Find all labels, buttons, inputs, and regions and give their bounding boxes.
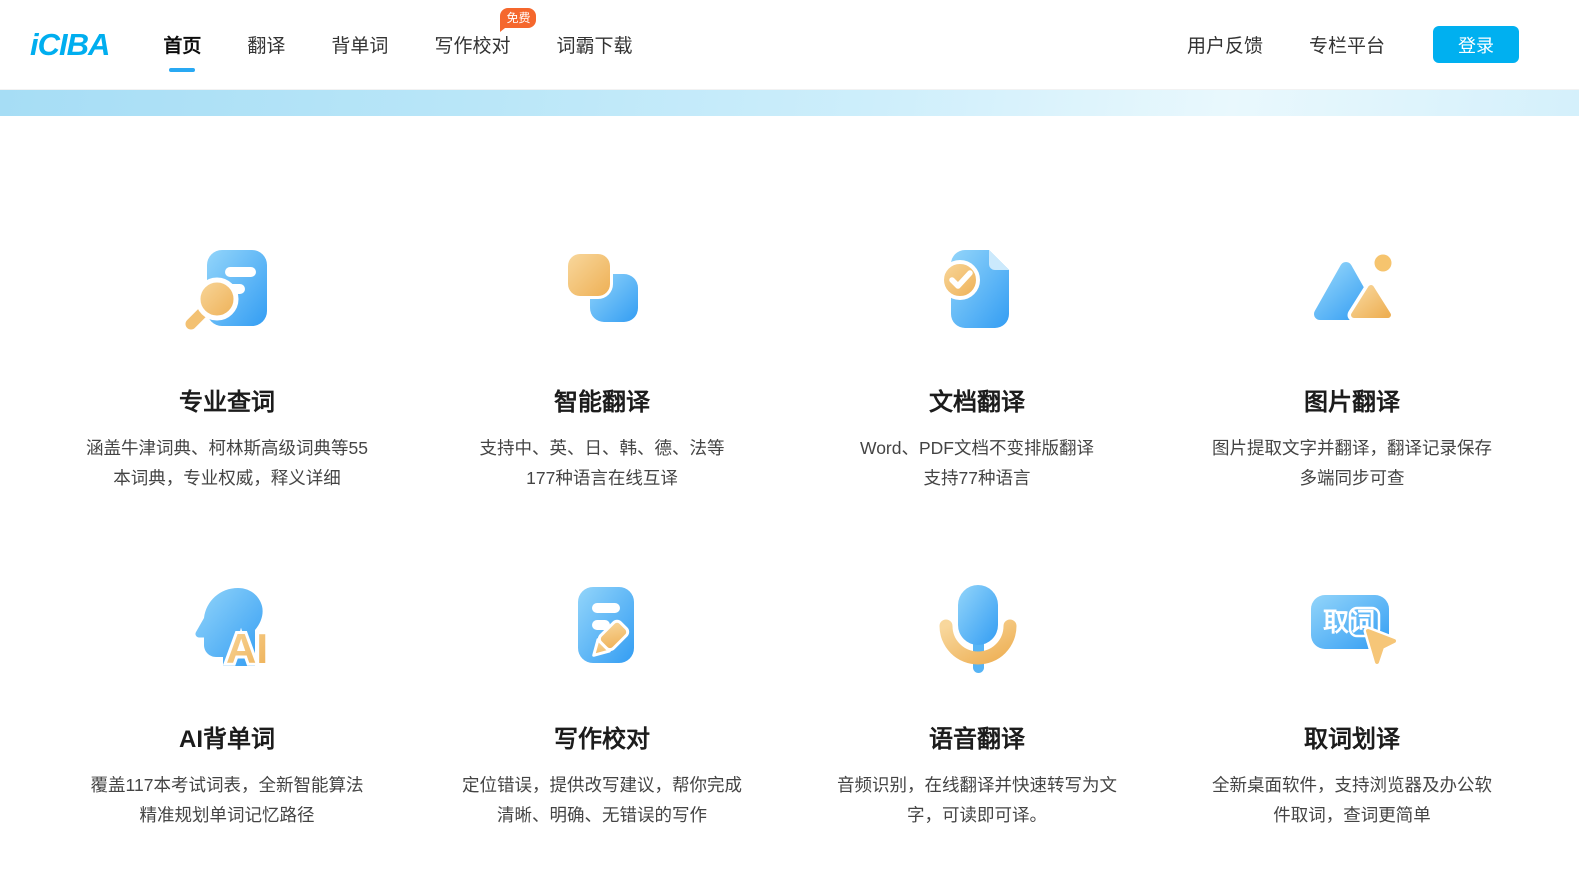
nav-item-proofread[interactable]: 写作校对 免费 [434, 0, 510, 89]
dictionary-search-icon [179, 242, 275, 338]
feature-description: 图片提取文字并翻译，翻译记录保存 多端同步可查 [1212, 433, 1492, 493]
feature-description: 定位错误，提供改写建议，帮你完成 清晰、明确、无错误的写作 [462, 770, 742, 830]
iciba-logo[interactable]: iCIBA [30, 27, 109, 63]
feature-title: 语音翻译 [929, 719, 1025, 754]
banner-strip [0, 90, 1579, 116]
nav-item-download-label: 词霸下载 [556, 31, 632, 58]
feature-card-ai-vocabulary[interactable]: AI AI背单词 覆盖117本考试词表，全新智能算法 精准规划单词记忆路径 [40, 579, 415, 830]
feature-card-image-translate[interactable]: 图片翻译 图片提取文字并翻译，翻译记录保存 多端同步可查 [1165, 242, 1540, 493]
smart-translate-icon [554, 242, 650, 338]
nav-item-home-label: 首页 [163, 31, 201, 58]
feature-card-word-capture[interactable]: 取词 取词划译 全新桌面软件，支持浏览器及办公软 件取词，查词更简单 [1165, 579, 1540, 830]
nav-item-vocabulary[interactable]: 背单词 [331, 0, 388, 89]
feature-description: Word、PDF文档不变排版翻译 支持77种语言 [860, 433, 1094, 493]
feature-card-writing-proofread[interactable]: 写作校对 定位错误，提供改写建议，帮你完成 清晰、明确、无错误的写作 [415, 579, 790, 830]
feature-card-dictionary-search[interactable]: 专业查词 涵盖牛津词典、柯林斯高级词典等55 本词典，专业权威，释义详细 [40, 242, 415, 493]
feature-title: 智能翻译 [554, 382, 650, 417]
header-right: 用户反馈 专栏平台 登录 [1141, 26, 1519, 63]
feature-title: 文档翻译 [929, 382, 1025, 417]
feature-description: 音频识别，在线翻译并快速转写为文 字，可读即可译。 [837, 770, 1117, 830]
writing-proofread-icon [554, 579, 650, 675]
column-platform-link[interactable]: 专栏平台 [1309, 31, 1385, 58]
document-translate-icon [929, 242, 1025, 338]
nav-item-download[interactable]: 词霸下载 [556, 0, 632, 89]
feature-title: 写作校对 [554, 719, 650, 754]
login-button[interactable]: 登录 [1433, 26, 1519, 63]
feature-description: 涵盖牛津词典、柯林斯高级词典等55 本词典，专业权威，释义详细 [86, 433, 368, 493]
main-nav: 首页 翻译 背单词 写作校对 免费 词霸下载 [163, 0, 678, 89]
user-feedback-link[interactable]: 用户反馈 [1187, 31, 1263, 58]
ai-vocabulary-icon: AI [179, 579, 275, 675]
voice-translate-icon [929, 579, 1025, 675]
feature-grid: 专业查词 涵盖牛津词典、柯林斯高级词典等55 本词典，专业权威，释义详细 智能翻… [40, 116, 1540, 830]
ai-letters: AI [226, 625, 268, 672]
feature-description: 支持中、英、日、韩、德、法等 177种语言在线互译 [480, 433, 725, 493]
nav-item-translate-label: 翻译 [247, 31, 285, 58]
feature-description: 覆盖117本考试词表，全新智能算法 精准规划单词记忆路径 [91, 770, 364, 830]
nav-item-translate[interactable]: 翻译 [247, 0, 285, 89]
feature-card-voice-translate[interactable]: 语音翻译 音频识别，在线翻译并快速转写为文 字，可读即可译。 [790, 579, 1165, 830]
feature-title: 取词划译 [1304, 719, 1400, 754]
feature-title: 图片翻译 [1304, 382, 1400, 417]
nav-item-home[interactable]: 首页 [163, 0, 201, 89]
free-badge: 免费 [500, 8, 536, 28]
image-translate-icon [1304, 242, 1400, 338]
feature-card-document-translate[interactable]: 文档翻译 Word、PDF文档不变排版翻译 支持77种语言 [790, 242, 1165, 493]
word-capture-icon: 取词 [1304, 579, 1400, 675]
nav-item-proofread-label: 写作校对 [434, 31, 510, 58]
active-underline [169, 68, 195, 72]
feature-description: 全新桌面软件，支持浏览器及办公软 件取词，查词更简单 [1212, 770, 1492, 830]
nav-item-vocabulary-label: 背单词 [331, 31, 388, 58]
feature-title: AI背单词 [179, 719, 275, 754]
feature-card-smart-translate[interactable]: 智能翻译 支持中、英、日、韩、德、法等 177种语言在线互译 [415, 242, 790, 493]
top-navigation-bar: iCIBA 首页 翻译 背单词 写作校对 免费 词霸下载 用户反馈 专栏平台 登… [0, 0, 1579, 90]
feature-title: 专业查词 [179, 382, 275, 417]
